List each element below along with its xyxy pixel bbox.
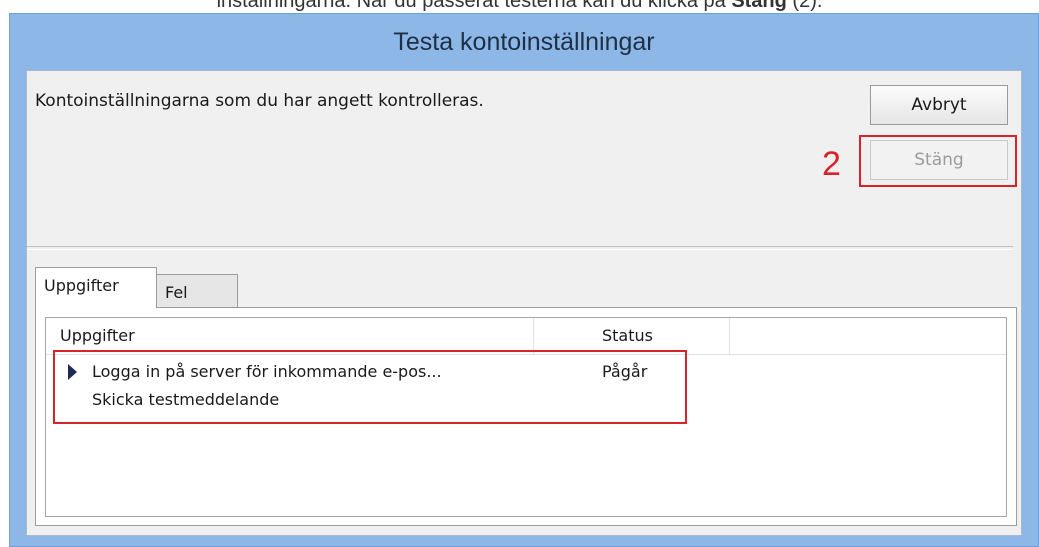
column-divider[interactable] — [533, 318, 534, 354]
annotation-marker-2: 2 — [822, 145, 841, 183]
dialog-title: Testa kontoinställningar — [393, 28, 655, 56]
cancel-button[interactable]: Avbryt — [870, 85, 1008, 125]
status-message: Kontoinställningarna som du har angett k… — [35, 91, 484, 111]
caption-bold: Stäng — [731, 0, 787, 12]
divider — [27, 246, 1013, 250]
tab-tasks[interactable]: Uppgifter — [35, 267, 157, 308]
highlight-task-rows — [53, 350, 687, 424]
dialog-content: Kontoinställningarna som du har angett k… — [26, 70, 1022, 536]
caption-suffix: (2). — [786, 0, 823, 12]
tab-errors[interactable]: Fel — [156, 274, 238, 307]
highlight-close-button — [859, 135, 1017, 187]
dialog-window: Testa kontoinställningar Kontoinställnin… — [9, 13, 1039, 547]
column-header-tasks[interactable]: Uppgifter — [60, 326, 135, 345]
caption-text: inställningarna. När du passerat testern… — [216, 0, 732, 12]
column-header-status[interactable]: Status — [602, 326, 653, 345]
column-divider[interactable] — [729, 318, 730, 354]
